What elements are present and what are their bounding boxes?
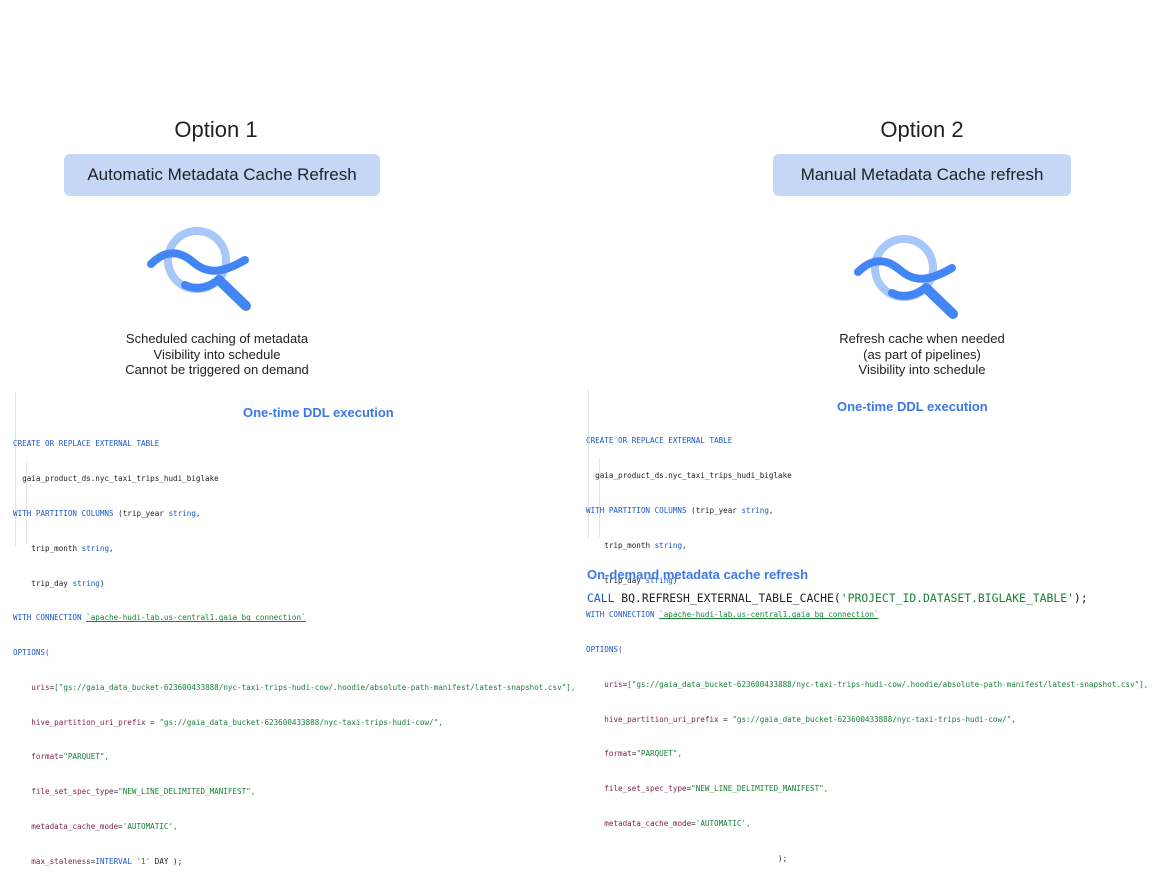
- option2-description: Refresh cache when needed (as part of pi…: [797, 331, 1047, 378]
- option1-pill: Automatic Metadata Cache Refresh: [64, 154, 380, 196]
- ondemand-label: On-demand metadata cache refresh: [587, 567, 809, 582]
- code-line: WITH PARTITION COLUMNS (trip_year string…: [586, 505, 774, 515]
- code-line: WITH CONNECTION `apache-hudi-lab.us-cent…: [13, 613, 306, 623]
- option2-desc-line: (as part of pipelines): [863, 346, 981, 362]
- biglake-search-icon: [147, 227, 251, 311]
- code-line: metadata_cache_mode='AUTOMATIC',: [604, 818, 751, 828]
- code-line: CREATE OR REPLACE EXTERNAL TABLE: [13, 439, 160, 449]
- code-line: OPTIONS(: [586, 645, 623, 655]
- code-line: WITH CONNECTION `apache-hudi-lab.us-cent…: [586, 610, 879, 620]
- option1-code-block: CREATE OR REPLACE EXTERNAL TABLE gaia_pr…: [13, 392, 583, 866]
- code-line: max_staleness=INTERVAL '1' DAY );: [31, 856, 183, 866]
- code-line: );: [778, 853, 788, 863]
- code-line: gaia_product_ds.nyc_taxi_trips_hudi_bigl…: [595, 471, 792, 481]
- code-line: format="PARQUET",: [31, 752, 110, 762]
- code-line: trip_month string,: [31, 543, 114, 553]
- option2-title: Option 2: [880, 117, 964, 142]
- option2-pill-label: Manual Metadata Cache refresh: [800, 165, 1044, 184]
- option2-code-block: CREATE OR REPLACE EXTERNAL TABLE gaia_pr…: [586, 389, 1156, 863]
- code-line: file_set_spec_type="NEW_LINE_DELIMITED_M…: [31, 787, 256, 797]
- code-line: hive_partition_uri_prefix = "gs://gaia_d…: [31, 717, 443, 727]
- code-line: hive_partition_uri_prefix = "gs://gaia_d…: [604, 714, 1016, 724]
- code-line: gaia_product_ds.nyc_taxi_trips_hudi_bigl…: [22, 474, 219, 484]
- code-line: file_set_spec_type="NEW_LINE_DELIMITED_M…: [604, 784, 829, 794]
- refresh-cache-call: CALL BQ.REFRESH_EXTERNAL_TABLE_CACHE('PR…: [587, 591, 1088, 605]
- code-line: format="PARQUET",: [604, 749, 683, 759]
- option2-pill: Manual Metadata Cache refresh: [773, 154, 1071, 196]
- code-line: WITH PARTITION COLUMNS (trip_year string…: [13, 508, 201, 518]
- code-line: trip_day string): [31, 578, 105, 588]
- code-line: OPTIONS(: [13, 648, 50, 658]
- code-line: metadata_cache_mode='AUTOMATIC',: [31, 821, 178, 831]
- option1-desc-line: Visibility into schedule: [153, 346, 281, 362]
- biglake-search-icon: [854, 235, 958, 319]
- code-line: trip_month string,: [604, 540, 687, 550]
- code-line: CREATE OR REPLACE EXTERNAL TABLE: [586, 436, 733, 446]
- option1-desc-line: Scheduled caching of metadata: [125, 331, 309, 346]
- option2-desc-line: Refresh cache when needed: [839, 331, 1005, 346]
- code-line: uris=["gs://gaia_data_bucket-62360043388…: [31, 682, 576, 692]
- option1-title: Option 1: [174, 117, 258, 142]
- option1-pill-label: Automatic Metadata Cache Refresh: [87, 165, 357, 184]
- option2-desc-line: Visibility into schedule: [858, 362, 986, 377]
- code-line: uris=["gs://gaia_data_bucket-62360043388…: [604, 679, 1149, 689]
- option1-desc-line: Cannot be triggered on demand: [125, 362, 309, 377]
- option1-description: Scheduled caching of metadata Visibility…: [92, 331, 342, 378]
